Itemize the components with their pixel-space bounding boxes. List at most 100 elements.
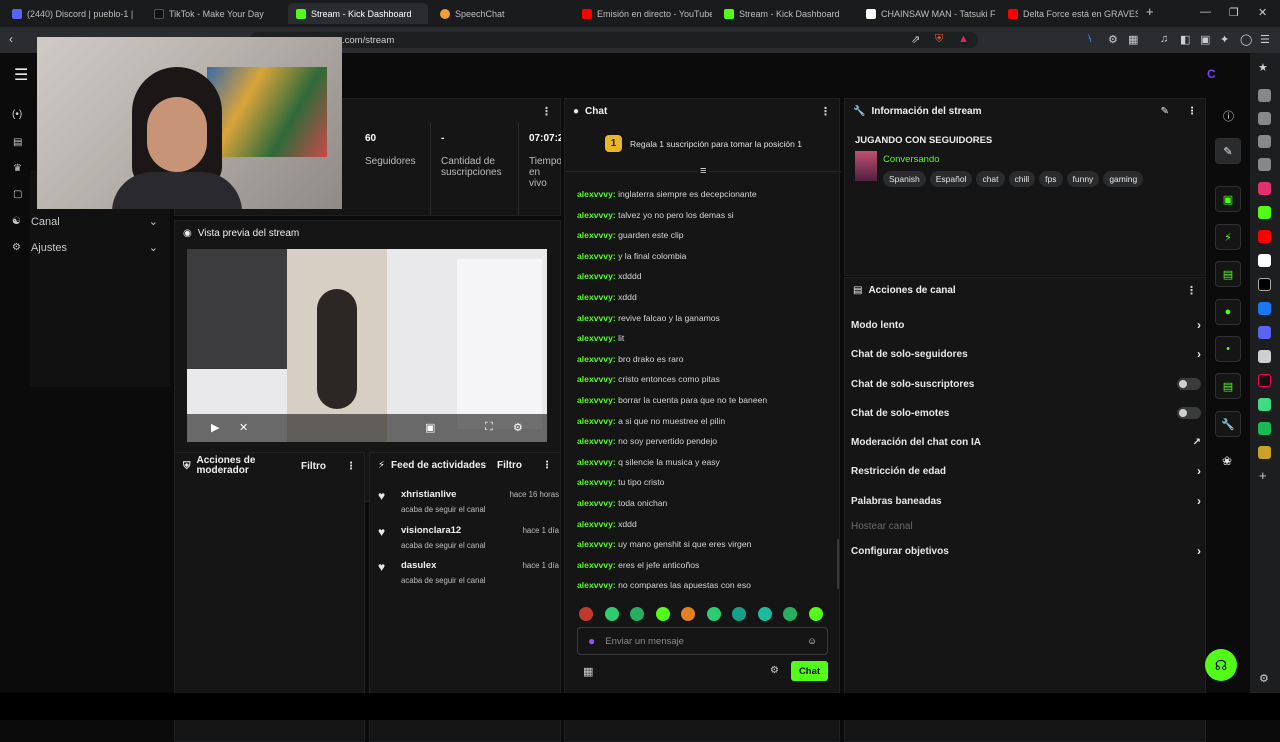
chat-username[interactable]: alexvvvy: <box>577 230 616 240</box>
sidebar-app-icon[interactable] <box>1258 89 1271 102</box>
leo-icon[interactable]: ✦ <box>1220 33 1229 46</box>
edit-layout-button[interactable]: ✎ <box>1215 138 1241 164</box>
tab-discord[interactable]: (2440) Discord | pueblo-1 | <box>4 3 142 24</box>
category-name[interactable]: Conversando <box>883 154 940 165</box>
user-avatar-icon[interactable]: C <box>1207 67 1216 81</box>
dock-tools-button[interactable]: 🔧 <box>1215 411 1241 437</box>
chart-icon[interactable]: ▤ <box>13 137 22 148</box>
chat-username[interactable]: alexvvvy: <box>577 333 616 343</box>
chat-username[interactable]: alexvvvy: <box>577 560 616 570</box>
emote-icon[interactable] <box>681 607 695 621</box>
tiktok-sidebar-icon[interactable] <box>1258 374 1271 387</box>
vpn-icon[interactable]: ◯ <box>1240 33 1252 46</box>
tab-kick-dashboard[interactable]: Stream - Kick Dashboard <box>716 3 854 24</box>
support-chat-button[interactable]: ☊ <box>1205 649 1237 681</box>
youtube-sidebar-icon[interactable] <box>1258 230 1271 243</box>
settings-icon[interactable]: ⚙ <box>513 421 523 434</box>
chat-username[interactable]: alexvvvy: <box>577 395 616 405</box>
edit-icon[interactable]: ✎ <box>1161 106 1169 117</box>
sidebar-app-icon[interactable] <box>1258 422 1271 435</box>
emote-icon[interactable] <box>655 607 670 621</box>
configure-goals-row[interactable]: Configurar objetivos › <box>851 541 1201 561</box>
chat-username[interactable]: alexvvvy: <box>577 519 616 529</box>
chat-settings-icon[interactable]: ⚙ <box>770 665 779 676</box>
followers-only-row[interactable]: Chat de solo-seguidores › <box>851 344 1201 364</box>
wallet-icon[interactable]: ▣ <box>1200 33 1210 46</box>
tab-tiktok[interactable]: TikTok - Make Your Day <box>146 3 284 24</box>
sidebar-app-icon[interactable] <box>1258 446 1271 459</box>
brave-shield-icon[interactable]: ⛨ <box>935 33 943 46</box>
chat-username[interactable]: alexvvvy: <box>577 189 616 199</box>
sidebar-app-icon[interactable] <box>1258 158 1271 171</box>
age-restriction-row[interactable]: Restricción de edad › <box>851 461 1201 481</box>
more-options-icon[interactable]: ⋮ <box>542 460 552 471</box>
speaker-icon[interactable]: ⧷ <box>1088 33 1092 46</box>
maximize-icon[interactable]: ❐ <box>1229 6 1239 19</box>
extensions-icon[interactable]: ⚙ <box>1108 33 1118 46</box>
sidebar-item-canal[interactable]: ☯ Canal ⌄ <box>12 215 158 229</box>
chat-username[interactable]: alexvvvy: <box>577 416 616 426</box>
chat-username[interactable]: alexvvvy: <box>577 251 616 261</box>
sidebar-icon[interactable]: ◧ <box>1180 33 1190 46</box>
share-icon[interactable]: ⇗ <box>911 33 920 46</box>
chat-username[interactable]: alexvvvy: <box>577 498 616 508</box>
tab-speechchat[interactable]: SpeechChat <box>432 3 570 24</box>
hamburger-icon[interactable]: ☰ <box>14 65 28 85</box>
broadcast-icon[interactable]: (•) <box>12 109 22 120</box>
play-icon[interactable]: ▶ <box>211 421 219 434</box>
add-sidebar-icon[interactable]: + <box>1259 468 1267 483</box>
menu-icon[interactable]: ☰ <box>1260 33 1270 46</box>
dock-channel-button[interactable]: ▤ <box>1215 373 1241 399</box>
mute-icon[interactable]: ✕ <box>239 421 248 434</box>
chat-username[interactable]: alexvvvy: <box>577 457 616 467</box>
chat-scrollbar[interactable] <box>837 539 839 589</box>
gift-sub-banner[interactable]: 1 Regala 1 suscripción para tomar la pos… <box>605 135 802 152</box>
tab-kick-dashboard-active[interactable]: Stream - Kick Dashboard <box>288 3 428 24</box>
emotes-only-toggle[interactable] <box>1177 407 1201 419</box>
sidebar-settings-icon[interactable]: ⚙ <box>1259 672 1269 685</box>
rewards-icon[interactable]: ▲ <box>958 33 969 45</box>
wallet-side-icon[interactable]: ▢ <box>13 189 22 200</box>
emoji-icon[interactable]: ☺ <box>807 636 817 647</box>
more-options-icon[interactable]: ⋮ <box>346 461 356 472</box>
chat-username[interactable]: alexvvvy: <box>577 271 616 281</box>
sidebar-app-icon[interactable] <box>1258 135 1271 148</box>
emote-icon[interactable] <box>579 607 593 621</box>
url-field[interactable]: .com/stream <box>250 32 978 48</box>
kick-sidebar-icon[interactable] <box>1258 206 1271 219</box>
chat-username[interactable]: alexvvvy: <box>577 292 616 302</box>
chat-message-input[interactable]: ● Enviar un mensaje ☺ <box>577 627 828 655</box>
chat-username[interactable]: alexvvvy: <box>577 580 616 590</box>
slow-mode-row[interactable]: Modo lento › <box>851 315 1201 335</box>
chat-username[interactable]: alexvvvy: <box>577 374 616 384</box>
more-options-icon[interactable]: ⋮ <box>1187 106 1197 117</box>
tab-delta-force[interactable]: Delta Force está en GRAVES PR <box>1000 3 1138 24</box>
trophy-icon[interactable]: ♛ <box>13 163 22 174</box>
sidebar-app-icon[interactable] <box>1258 350 1271 363</box>
facebook-icon[interactable] <box>1258 302 1271 315</box>
discord-sidebar-icon[interactable] <box>1258 326 1271 339</box>
tab-youtube[interactable]: Emisión en directo - YouTube S <box>574 3 712 24</box>
chat-username[interactable]: alexvvvy: <box>577 210 616 220</box>
emote-icon[interactable] <box>757 607 772 621</box>
sidebar-app-icon[interactable] <box>1258 112 1271 125</box>
banned-words-row[interactable]: Palabras baneadas › <box>851 491 1201 511</box>
close-icon[interactable]: ✕ <box>1258 6 1267 19</box>
chat-username[interactable]: alexvvvy: <box>577 354 616 364</box>
stream-preview-video[interactable]: ▶ ✕ ▣ ⛶ ⚙ <box>187 249 547 442</box>
chat-send-button[interactable]: Chat <box>791 661 828 681</box>
chat-username[interactable]: alexvvvy: <box>577 477 616 487</box>
chat-username[interactable]: alexvvvy: <box>577 539 616 549</box>
emote-icon[interactable] <box>783 607 797 621</box>
more-options-icon[interactable]: ⋮ <box>1186 284 1197 297</box>
filter-button[interactable]: Filtro <box>301 461 326 472</box>
instagram-icon[interactable] <box>1258 182 1271 195</box>
info-icon[interactable]: ⓘ <box>1223 108 1234 124</box>
chat-username[interactable]: alexvvvy: <box>577 436 616 446</box>
new-tab-button[interactable]: + <box>1146 4 1154 19</box>
emote-icon[interactable] <box>630 607 644 621</box>
chat-username[interactable]: alexvvvy: <box>577 313 616 323</box>
subscribers-only-toggle[interactable] <box>1177 378 1201 390</box>
minimize-icon[interactable]: — <box>1200 6 1211 18</box>
pip-icon[interactable]: ▣ <box>425 421 435 434</box>
